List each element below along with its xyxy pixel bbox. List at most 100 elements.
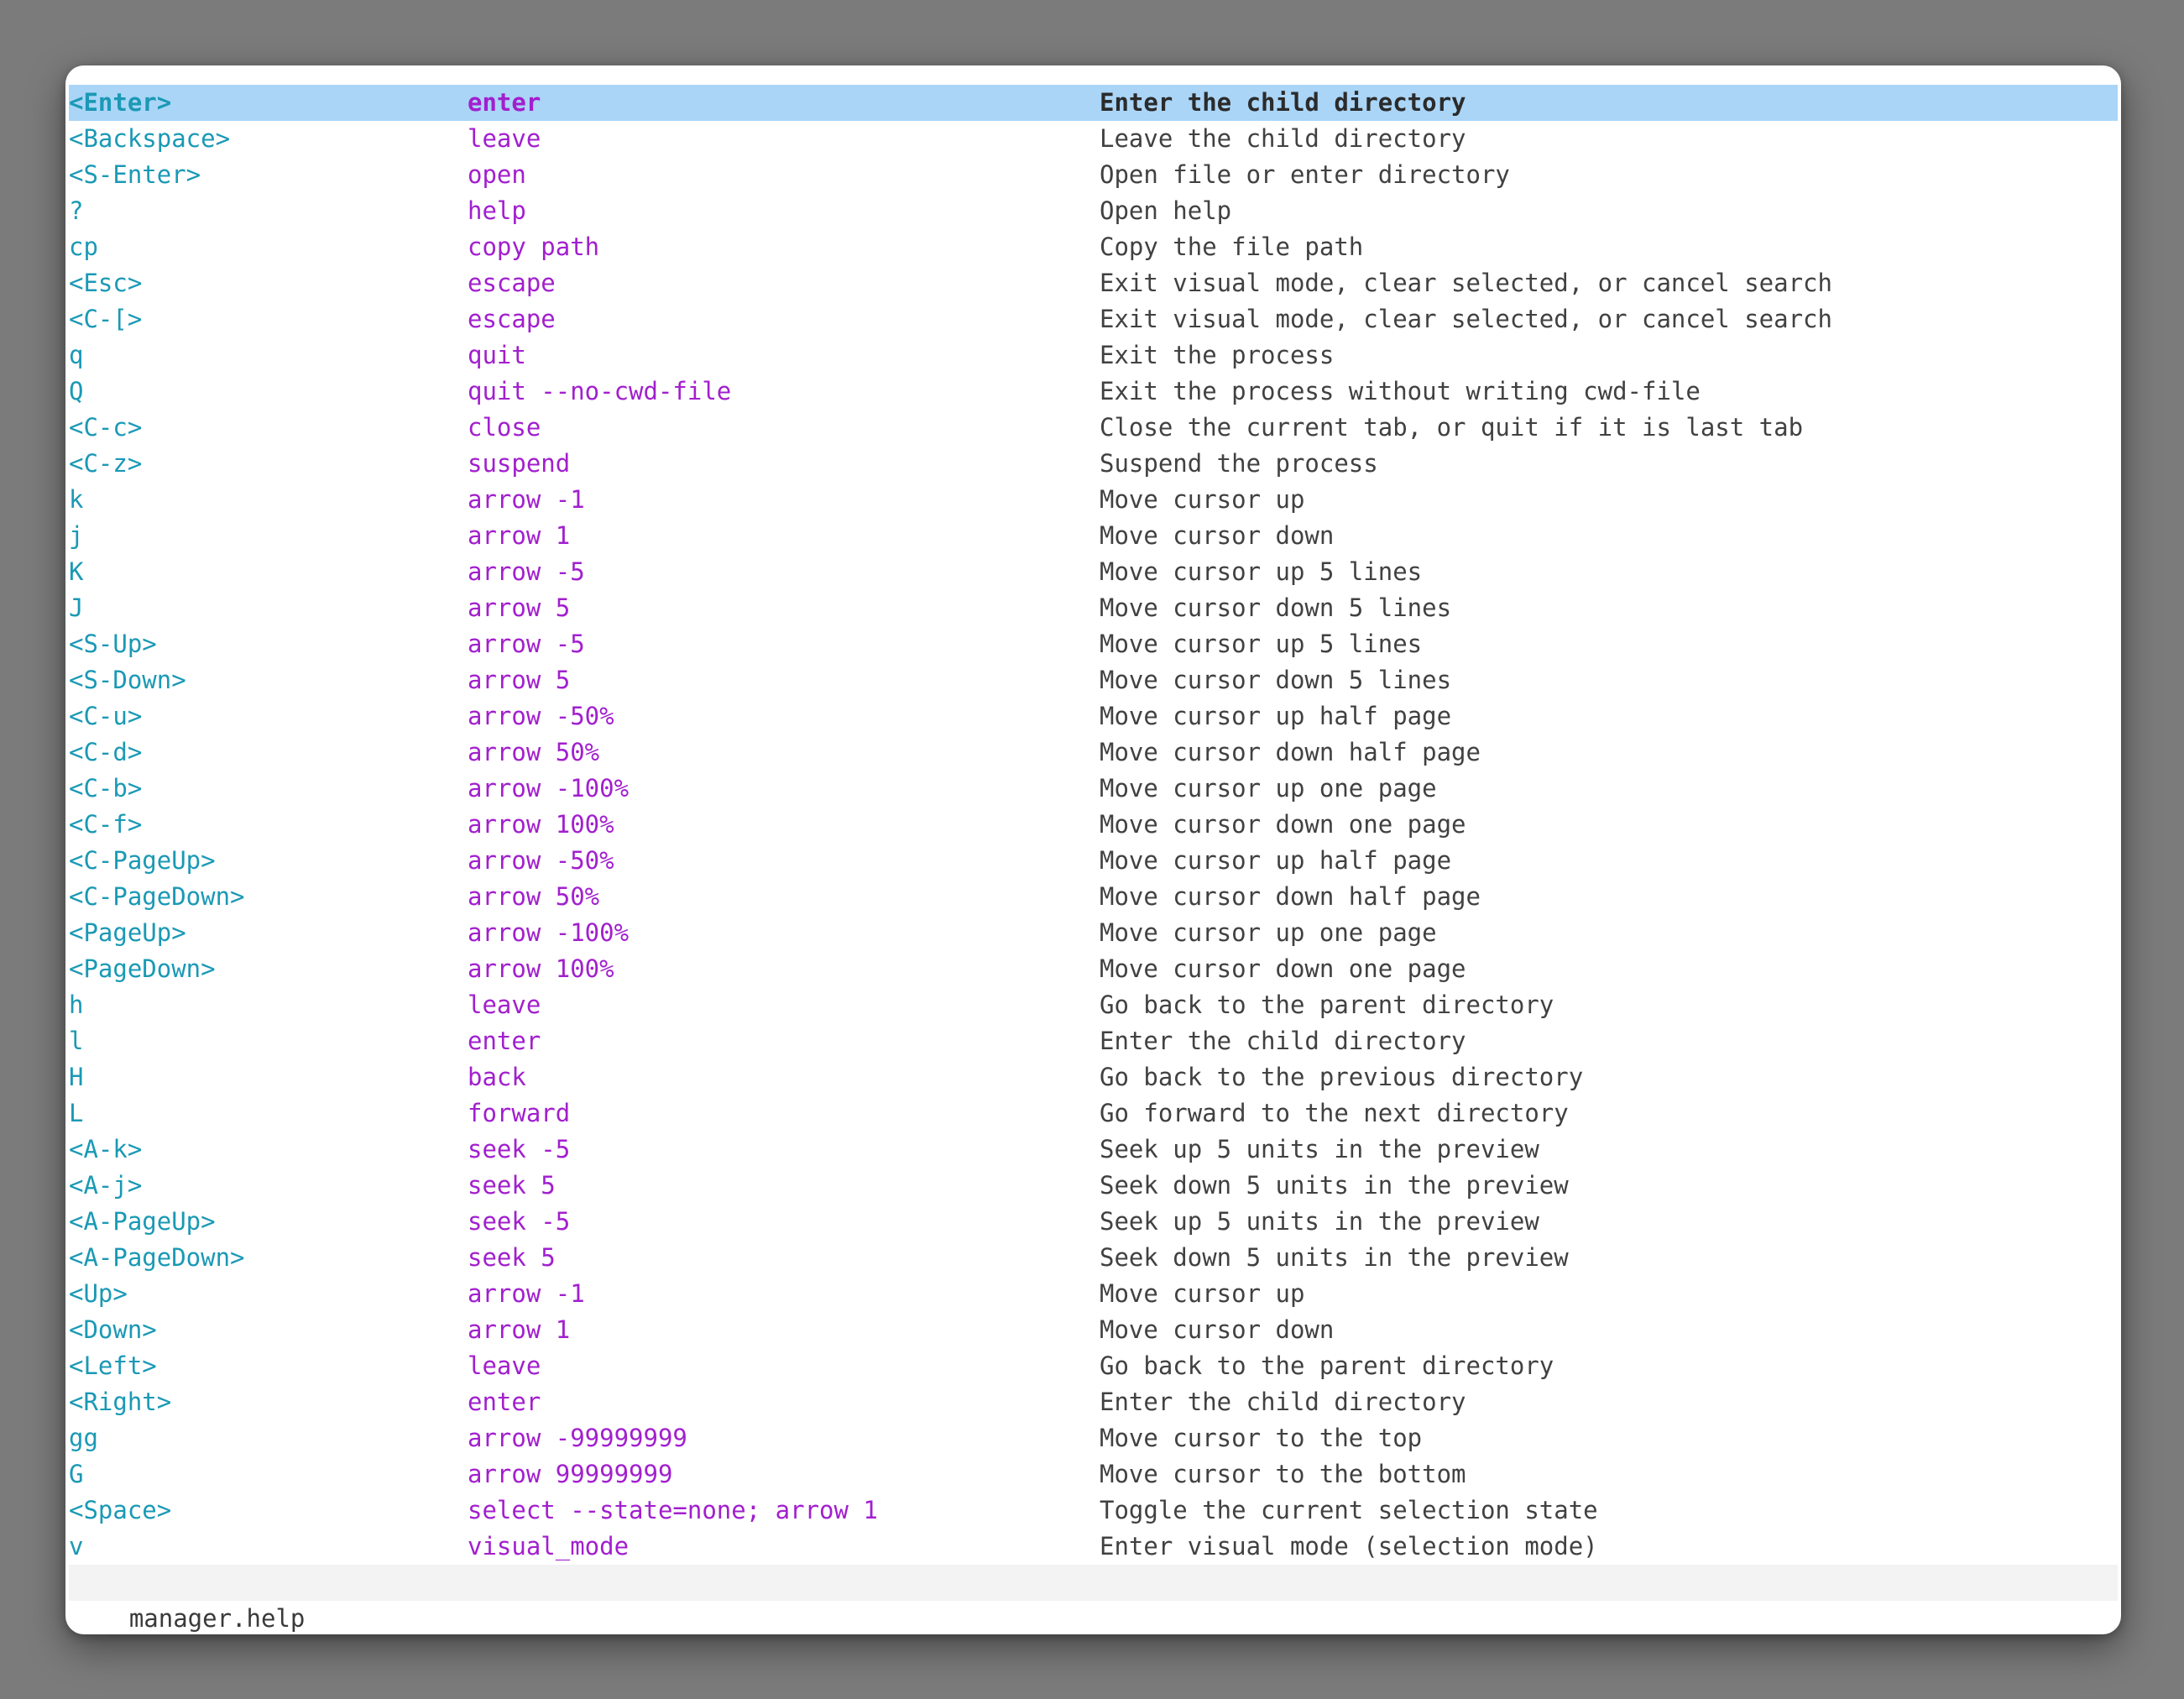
keybind-command: quit [468,337,1100,374]
keybind-row[interactable]: <C-d> arrow 50% Move cursor down half pa… [69,734,2118,771]
keybind-command: arrow 100% [468,951,1100,987]
keybind-description: Leave the child directory [1100,121,2118,157]
keybind-command: arrow 1 [468,1312,1100,1348]
keybind-row[interactable]: <S-Down> arrow 5 Move cursor down 5 line… [69,662,2118,698]
keybind-command: arrow -1 [468,482,1100,518]
keybind-row[interactable]: <Right> enter Enter the child directory [69,1384,2118,1420]
keybind-row[interactable]: <Left> leave Go back to the parent direc… [69,1348,2118,1384]
keybind-key: <PageDown> [69,951,468,987]
keybind-description: Move cursor down half page [1100,734,2118,771]
keybind-row[interactable]: <Enter> enter Enter the child directory [69,85,2118,121]
keybind-row[interactable]: <S-Enter> open Open file or enter direct… [69,157,2118,193]
keybind-description: Go forward to the next directory [1100,1095,2118,1132]
keybind-key: J [69,590,468,626]
keybind-row[interactable]: K arrow -5 Move cursor up 5 lines [69,554,2118,590]
keybind-key: <A-k> [69,1132,468,1168]
keybind-description: Exit the process [1100,337,2118,374]
keybind-row[interactable]: cp copy path Copy the file path [69,229,2118,265]
keybind-row[interactable]: H back Go back to the previous directory [69,1059,2118,1095]
keybind-row[interactable]: l enter Enter the child directory [69,1023,2118,1059]
keybind-description: Move cursor down half page [1100,879,2118,915]
keybind-row[interactable]: <C-z> suspend Suspend the process [69,446,2118,482]
keybind-row[interactable]: v visual_mode Enter visual mode (selecti… [69,1529,2118,1565]
keybind-row[interactable]: Q quit --no-cwd-file Exit the process wi… [69,374,2118,410]
keybind-row[interactable]: <C-PageUp> arrow -50% Move cursor up hal… [69,843,2118,879]
keybind-command: seek 5 [468,1168,1100,1204]
keybind-command: arrow 100% [468,807,1100,843]
keybind-key: Q [69,374,468,410]
keybind-command: copy path [468,229,1100,265]
keybind-command: arrow -50% [468,843,1100,879]
keybind-row[interactable]: q quit Exit the process [69,337,2118,374]
keybind-command: arrow 1 [468,518,1100,554]
keybind-row[interactable]: <C-u> arrow -50% Move cursor up half pag… [69,698,2118,734]
keybind-command: arrow -100% [468,771,1100,807]
keybind-command: arrow 5 [468,590,1100,626]
keybind-description: Move cursor up 5 lines [1100,626,2118,662]
keybind-row[interactable]: <A-PageUp> seek -5 Seek up 5 units in th… [69,1204,2118,1240]
keybind-key: j [69,518,468,554]
keybind-description: Move cursor up half page [1100,698,2118,734]
keybind-row[interactable]: <C-f> arrow 100% Move cursor down one pa… [69,807,2118,843]
keybind-command: help [468,193,1100,229]
keybind-row[interactable]: ? help Open help [69,193,2118,229]
keybind-key: <S-Down> [69,662,468,698]
keybind-row[interactable]: <S-Up> arrow -5 Move cursor up 5 lines [69,626,2118,662]
keybind-description: Open help [1100,193,2118,229]
keybind-key: <Right> [69,1384,468,1420]
keybind-command: arrow -5 [468,554,1100,590]
keybind-row[interactable]: <A-j> seek 5 Seek down 5 units in the pr… [69,1168,2118,1204]
keybind-description: Open file or enter directory [1100,157,2118,193]
keybind-description: Exit visual mode, clear selected, or can… [1100,301,2118,337]
keybind-description: Move cursor down one page [1100,807,2118,843]
keybind-key: cp [69,229,468,265]
keybind-row[interactable]: <C-c> close Close the current tab, or qu… [69,410,2118,446]
keybind-command: arrow -50% [468,698,1100,734]
keybind-description: Move cursor up [1100,1276,2118,1312]
keybind-command: leave [468,987,1100,1023]
keybind-key: <Down> [69,1312,468,1348]
keybind-row[interactable]: L forward Go forward to the next directo… [69,1095,2118,1132]
keybind-row[interactable]: h leave Go back to the parent directory [69,987,2118,1023]
keybind-row[interactable]: <Up> arrow -1 Move cursor up [69,1276,2118,1312]
keybind-command: seek -5 [468,1204,1100,1240]
keybind-command: escape [468,265,1100,301]
keybind-description: Enter the child directory [1100,1023,2118,1059]
keybind-row[interactable]: G arrow 99999999 Move cursor to the bott… [69,1456,2118,1493]
keybind-row[interactable]: <PageUp> arrow -100% Move cursor up one … [69,915,2118,951]
keybind-command: suspend [468,446,1100,482]
keybind-command: arrow 5 [468,662,1100,698]
keybind-row[interactable]: <Space> select --state=none; arrow 1 Tog… [69,1493,2118,1529]
keybind-row[interactable]: <A-PageDown> seek 5 Seek down 5 units in… [69,1240,2118,1276]
keybind-row[interactable]: <A-k> seek -5 Seek up 5 units in the pre… [69,1132,2118,1168]
keybind-row[interactable]: <Esc> escape Exit visual mode, clear sel… [69,265,2118,301]
keybind-key: <C-b> [69,771,468,807]
keybind-row[interactable]: <C-b> arrow -100% Move cursor up one pag… [69,771,2118,807]
status-layer-label: manager.help [129,1604,306,1633]
keybind-description: Go back to the parent directory [1100,1348,2118,1384]
keybind-description: Suspend the process [1100,446,2118,482]
keybind-description: Exit visual mode, clear selected, or can… [1100,265,2118,301]
keybind-row[interactable]: <C-PageDown> arrow 50% Move cursor down … [69,879,2118,915]
keybind-row[interactable]: <Backspace> leave Leave the child direct… [69,121,2118,157]
keybind-command: visual_mode [468,1529,1100,1565]
keybind-row[interactable]: k arrow -1 Move cursor up [69,482,2118,518]
keybind-command: arrow 99999999 [468,1456,1100,1493]
keybind-row[interactable]: J arrow 5 Move cursor down 5 lines [69,590,2118,626]
keybind-key: v [69,1529,468,1565]
keybind-key: <Esc> [69,265,468,301]
keybind-description: Exit the process without writing cwd-fil… [1100,374,2118,410]
keybind-description: Move cursor to the bottom [1100,1456,2118,1493]
keybind-row[interactable]: gg arrow -99999999 Move cursor to the to… [69,1420,2118,1456]
keybind-row[interactable]: <C-[> escape Exit visual mode, clear sel… [69,301,2118,337]
keybind-command: leave [468,121,1100,157]
keybind-description: Close the current tab, or quit if it is … [1100,410,2118,446]
keybind-row[interactable]: <PageDown> arrow 100% Move cursor down o… [69,951,2118,987]
keybind-description: Move cursor down [1100,518,2118,554]
keybind-row[interactable]: <Down> arrow 1 Move cursor down [69,1312,2118,1348]
keybind-row[interactable]: j arrow 1 Move cursor down [69,518,2118,554]
keybind-key: k [69,482,468,518]
keybind-key: <C-f> [69,807,468,843]
keybind-description: Seek down 5 units in the preview [1100,1240,2118,1276]
keybind-command: arrow -99999999 [468,1420,1100,1456]
